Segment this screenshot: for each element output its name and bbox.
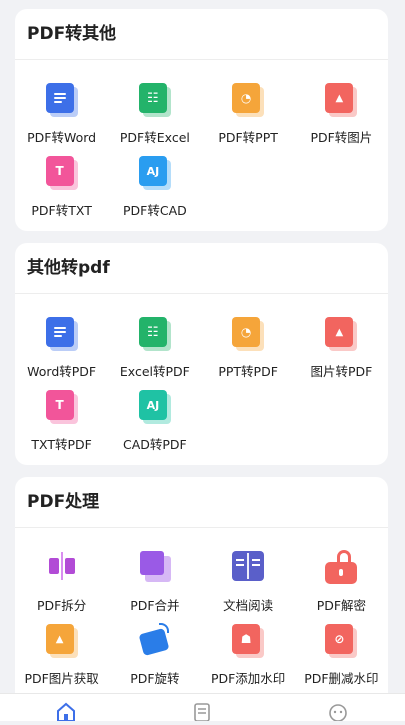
- tool-ppt-to-pdf[interactable]: ◔ PPT转PDF: [202, 316, 295, 389]
- excel-sheet-icon: ☷: [137, 316, 173, 354]
- tool-label: PDF转Word: [27, 130, 97, 145]
- tool-label: PDF转TXT: [31, 203, 92, 218]
- cad-icon: AJ: [137, 155, 173, 193]
- rotate-icon: [137, 623, 173, 661]
- tool-label: PDF转CAD: [122, 203, 187, 218]
- cad-icon: AJ: [137, 389, 173, 427]
- tool-label: CAD转PDF: [122, 437, 187, 452]
- home-icon[interactable]: [56, 702, 76, 722]
- tool-label: Word转PDF: [27, 364, 97, 379]
- tool-label: PDF解密: [316, 598, 367, 613]
- excel-sheet-icon: ☷: [137, 82, 173, 120]
- tool-word-to-pdf[interactable]: Word转PDF: [15, 316, 108, 389]
- section-other-to-pdf: 其他转pdf Word转PDF ☷ Excel转PDF ◔ PPT转PDF ▲ …: [15, 243, 388, 465]
- tool-label: PDF转图片: [310, 130, 373, 145]
- tool-pdf-to-txt[interactable]: T PDF转TXT: [15, 155, 108, 228]
- tool-label: 文档阅读: [223, 598, 274, 613]
- word-doc-icon: [44, 82, 80, 120]
- tool-pdf-add-watermark[interactable]: ☗ PDF添加水印: [202, 623, 295, 696]
- tool-pdf-to-word[interactable]: PDF转Word: [15, 82, 108, 155]
- tool-label: PDF图片获取: [24, 671, 99, 686]
- add-watermark-icon: ☗: [230, 623, 266, 661]
- remove-watermark-icon: ⊘: [323, 623, 359, 661]
- tool-label: PDF转Excel: [119, 130, 190, 145]
- document-list-icon[interactable]: [192, 702, 212, 722]
- extract-image-icon: ▲: [44, 623, 80, 661]
- tool-label: PDF拆分: [36, 598, 87, 613]
- section-title: PDF转其他: [15, 9, 388, 60]
- image-icon: ▲: [323, 82, 359, 120]
- tool-pdf-decrypt[interactable]: PDF解密: [295, 550, 388, 623]
- profile-icon[interactable]: [328, 702, 348, 722]
- tool-label: PPT转PDF: [218, 364, 278, 379]
- tool-label: 图片转PDF: [310, 364, 373, 379]
- txt-icon: T: [44, 155, 80, 193]
- section-pdf-to-other: PDF转其他 PDF转Word ☷ PDF转Excel ◔ PDF转PPT ▲ …: [15, 9, 388, 231]
- tool-label: PDF合并: [130, 598, 180, 613]
- tool-label: PDF转PPT: [218, 130, 278, 145]
- section-title: PDF处理: [15, 477, 388, 528]
- tool-label: PDF添加水印: [210, 671, 286, 686]
- section-pdf-processing: PDF处理 PDF拆分 PDF合并 文档阅读 PDF解密 ▲ PDF图片获取 P…: [15, 477, 388, 707]
- tool-pdf-image-extract[interactable]: ▲ PDF图片获取: [15, 623, 108, 696]
- tool-image-to-pdf[interactable]: ▲ 图片转PDF: [295, 316, 388, 389]
- split-icon: [44, 550, 80, 588]
- tool-pdf-split[interactable]: PDF拆分: [15, 550, 108, 623]
- tool-pdf-to-cad[interactable]: AJ PDF转CAD: [108, 155, 201, 228]
- tool-label: PDF删减水印: [304, 671, 379, 686]
- tool-cad-to-pdf[interactable]: AJ CAD转PDF: [108, 389, 201, 462]
- tool-pdf-remove-watermark[interactable]: ⊘ PDF删减水印: [295, 623, 388, 696]
- section-title: 其他转pdf: [15, 243, 388, 294]
- tool-label: PDF旋转: [130, 671, 180, 686]
- tool-pdf-to-excel[interactable]: ☷ PDF转Excel: [108, 82, 201, 155]
- tool-pdf-rotate[interactable]: PDF旋转: [108, 623, 201, 696]
- tool-label: TXT转PDF: [31, 437, 92, 452]
- unlock-icon: [323, 550, 359, 588]
- txt-icon: T: [44, 389, 80, 427]
- merge-icon: [137, 550, 173, 588]
- tool-txt-to-pdf[interactable]: T TXT转PDF: [15, 389, 108, 462]
- ppt-slide-icon: ◔: [230, 82, 266, 120]
- tool-pdf-merge[interactable]: PDF合并: [108, 550, 201, 623]
- tool-excel-to-pdf[interactable]: ☷ Excel转PDF: [108, 316, 201, 389]
- read-book-icon: [230, 550, 266, 588]
- word-doc-icon: [44, 316, 80, 354]
- image-icon: ▲: [323, 316, 359, 354]
- bottom-tab-bar: [0, 693, 405, 722]
- tool-pdf-to-ppt[interactable]: ◔ PDF转PPT: [202, 82, 295, 155]
- tool-pdf-to-image[interactable]: ▲ PDF转图片: [295, 82, 388, 155]
- tool-doc-reading[interactable]: 文档阅读: [202, 550, 295, 623]
- tool-label: Excel转PDF: [119, 364, 190, 379]
- ppt-slide-icon: ◔: [230, 316, 266, 354]
